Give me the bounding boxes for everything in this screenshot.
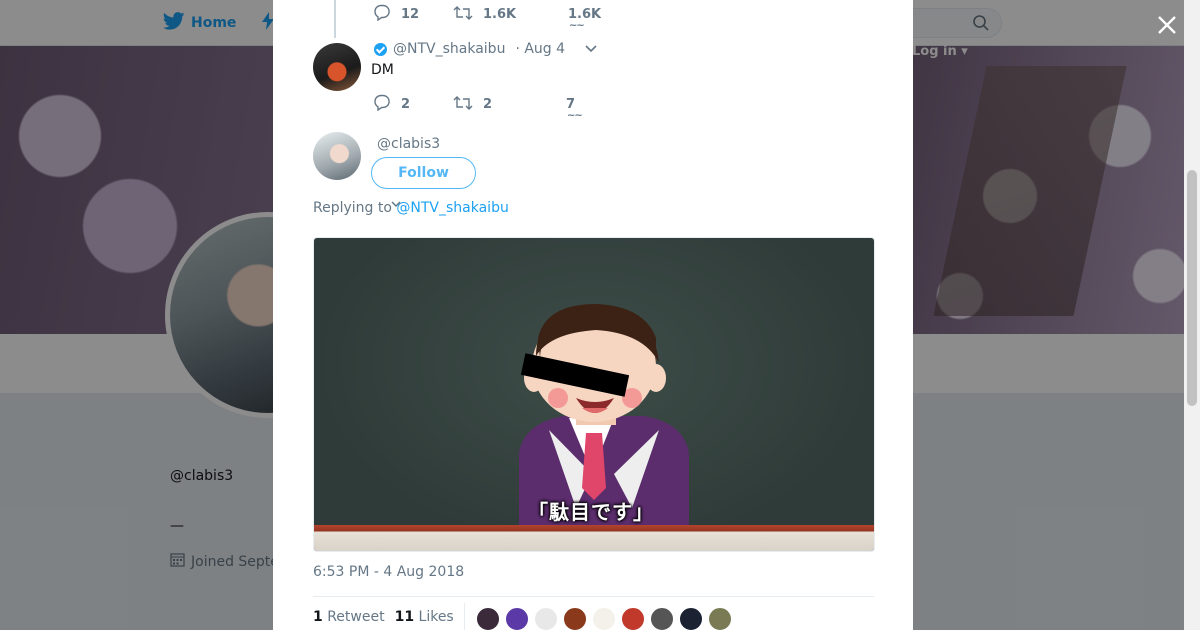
like-stat-count: 11 [394,609,415,625]
liker-avatar-2[interactable] [505,607,529,630]
tweet-header: @NTV_shakaibu · Aug 4 [374,41,597,57]
tweet-actions-parent: 12 1.6K 1.6K [373,4,601,31]
replying-mention-link[interactable]: @NTV_shakaibu [396,200,508,216]
reply-count: 12 [401,7,420,22]
liker-avatar-8[interactable] [679,607,703,630]
clabis-avatar[interactable] [313,132,361,180]
retweet-count: 1.6K [483,7,517,22]
thread-connector [334,0,336,38]
like-count: 7 [566,97,582,121]
replying-prefix: Replying to [313,200,392,216]
tweet-permalink-modal: 12 1.6K 1.6K @NTV_shakaibu · Aug 4 DM 2 … [273,0,913,630]
liker-avatar-6[interactable] [621,607,645,630]
like-action[interactable]: 7 [566,97,582,121]
liker-avatar-9[interactable] [708,607,732,630]
reply-action[interactable]: 12 [373,4,453,25]
liker-avatar-1[interactable] [476,607,500,630]
like-action[interactable]: 1.6K [568,7,601,31]
scrollbar-thumb[interactable] [1187,170,1197,406]
close-icon[interactable] [1155,13,1179,37]
retweet-stat-count: 1 [313,609,323,625]
liker-avatar-3[interactable] [534,607,558,630]
liker-avatar-7[interactable] [650,607,674,630]
liker-avatar-5[interactable] [592,607,616,630]
tweet-author-handle[interactable]: @NTV_shakaibu [393,41,505,57]
retweet-action[interactable]: 2 [453,95,566,115]
like-count: 1.6K [568,7,601,31]
retweet-count: 2 [483,97,493,112]
reply-action[interactable]: 2 [373,94,453,115]
main-tweet-header: @clabis3 [377,136,440,152]
replying-to: Replying to @NTV_shakaibu [313,200,509,216]
retweet-action[interactable]: 1.6K [453,5,568,25]
reply-icon [373,94,391,115]
retweet-stat-label: Retweet [327,609,385,625]
retweet-stat[interactable]: 1 Retweet [313,609,385,625]
retweet-icon [453,5,473,25]
reply-icon [373,4,391,25]
follow-button[interactable]: Follow [371,157,476,189]
tweet-media-image[interactable]: 「駄目です」 [313,237,875,552]
media-caption: 「駄目です」 [528,500,654,524]
tweet-date[interactable]: · Aug 4 [515,41,565,57]
ntv-avatar[interactable] [313,43,361,91]
like-stat-label: Likes [418,609,454,625]
tweet-actions-ntv: 2 2 7 [373,94,582,121]
retweet-icon [453,95,473,115]
stats-separator [464,603,465,630]
verified-badge-icon [374,42,387,56]
chevron-down-icon[interactable] [585,41,597,57]
liker-avatars [476,607,732,630]
tweet-text: DM [371,62,394,78]
tweet-stats: 1 Retweet 11 Likes [313,609,454,625]
page-scrollbar[interactable] [1184,0,1200,630]
like-stat[interactable]: 11 Likes [395,609,454,625]
main-tweet-author-handle[interactable]: @clabis3 [377,136,440,152]
tweet-timestamp[interactable]: 6:53 PM - 4 Aug 2018 [313,564,464,580]
liker-avatar-4[interactable] [563,607,587,630]
reply-count: 2 [401,97,411,112]
stats-divider [313,596,874,597]
chalkboard-rail [314,525,874,551]
